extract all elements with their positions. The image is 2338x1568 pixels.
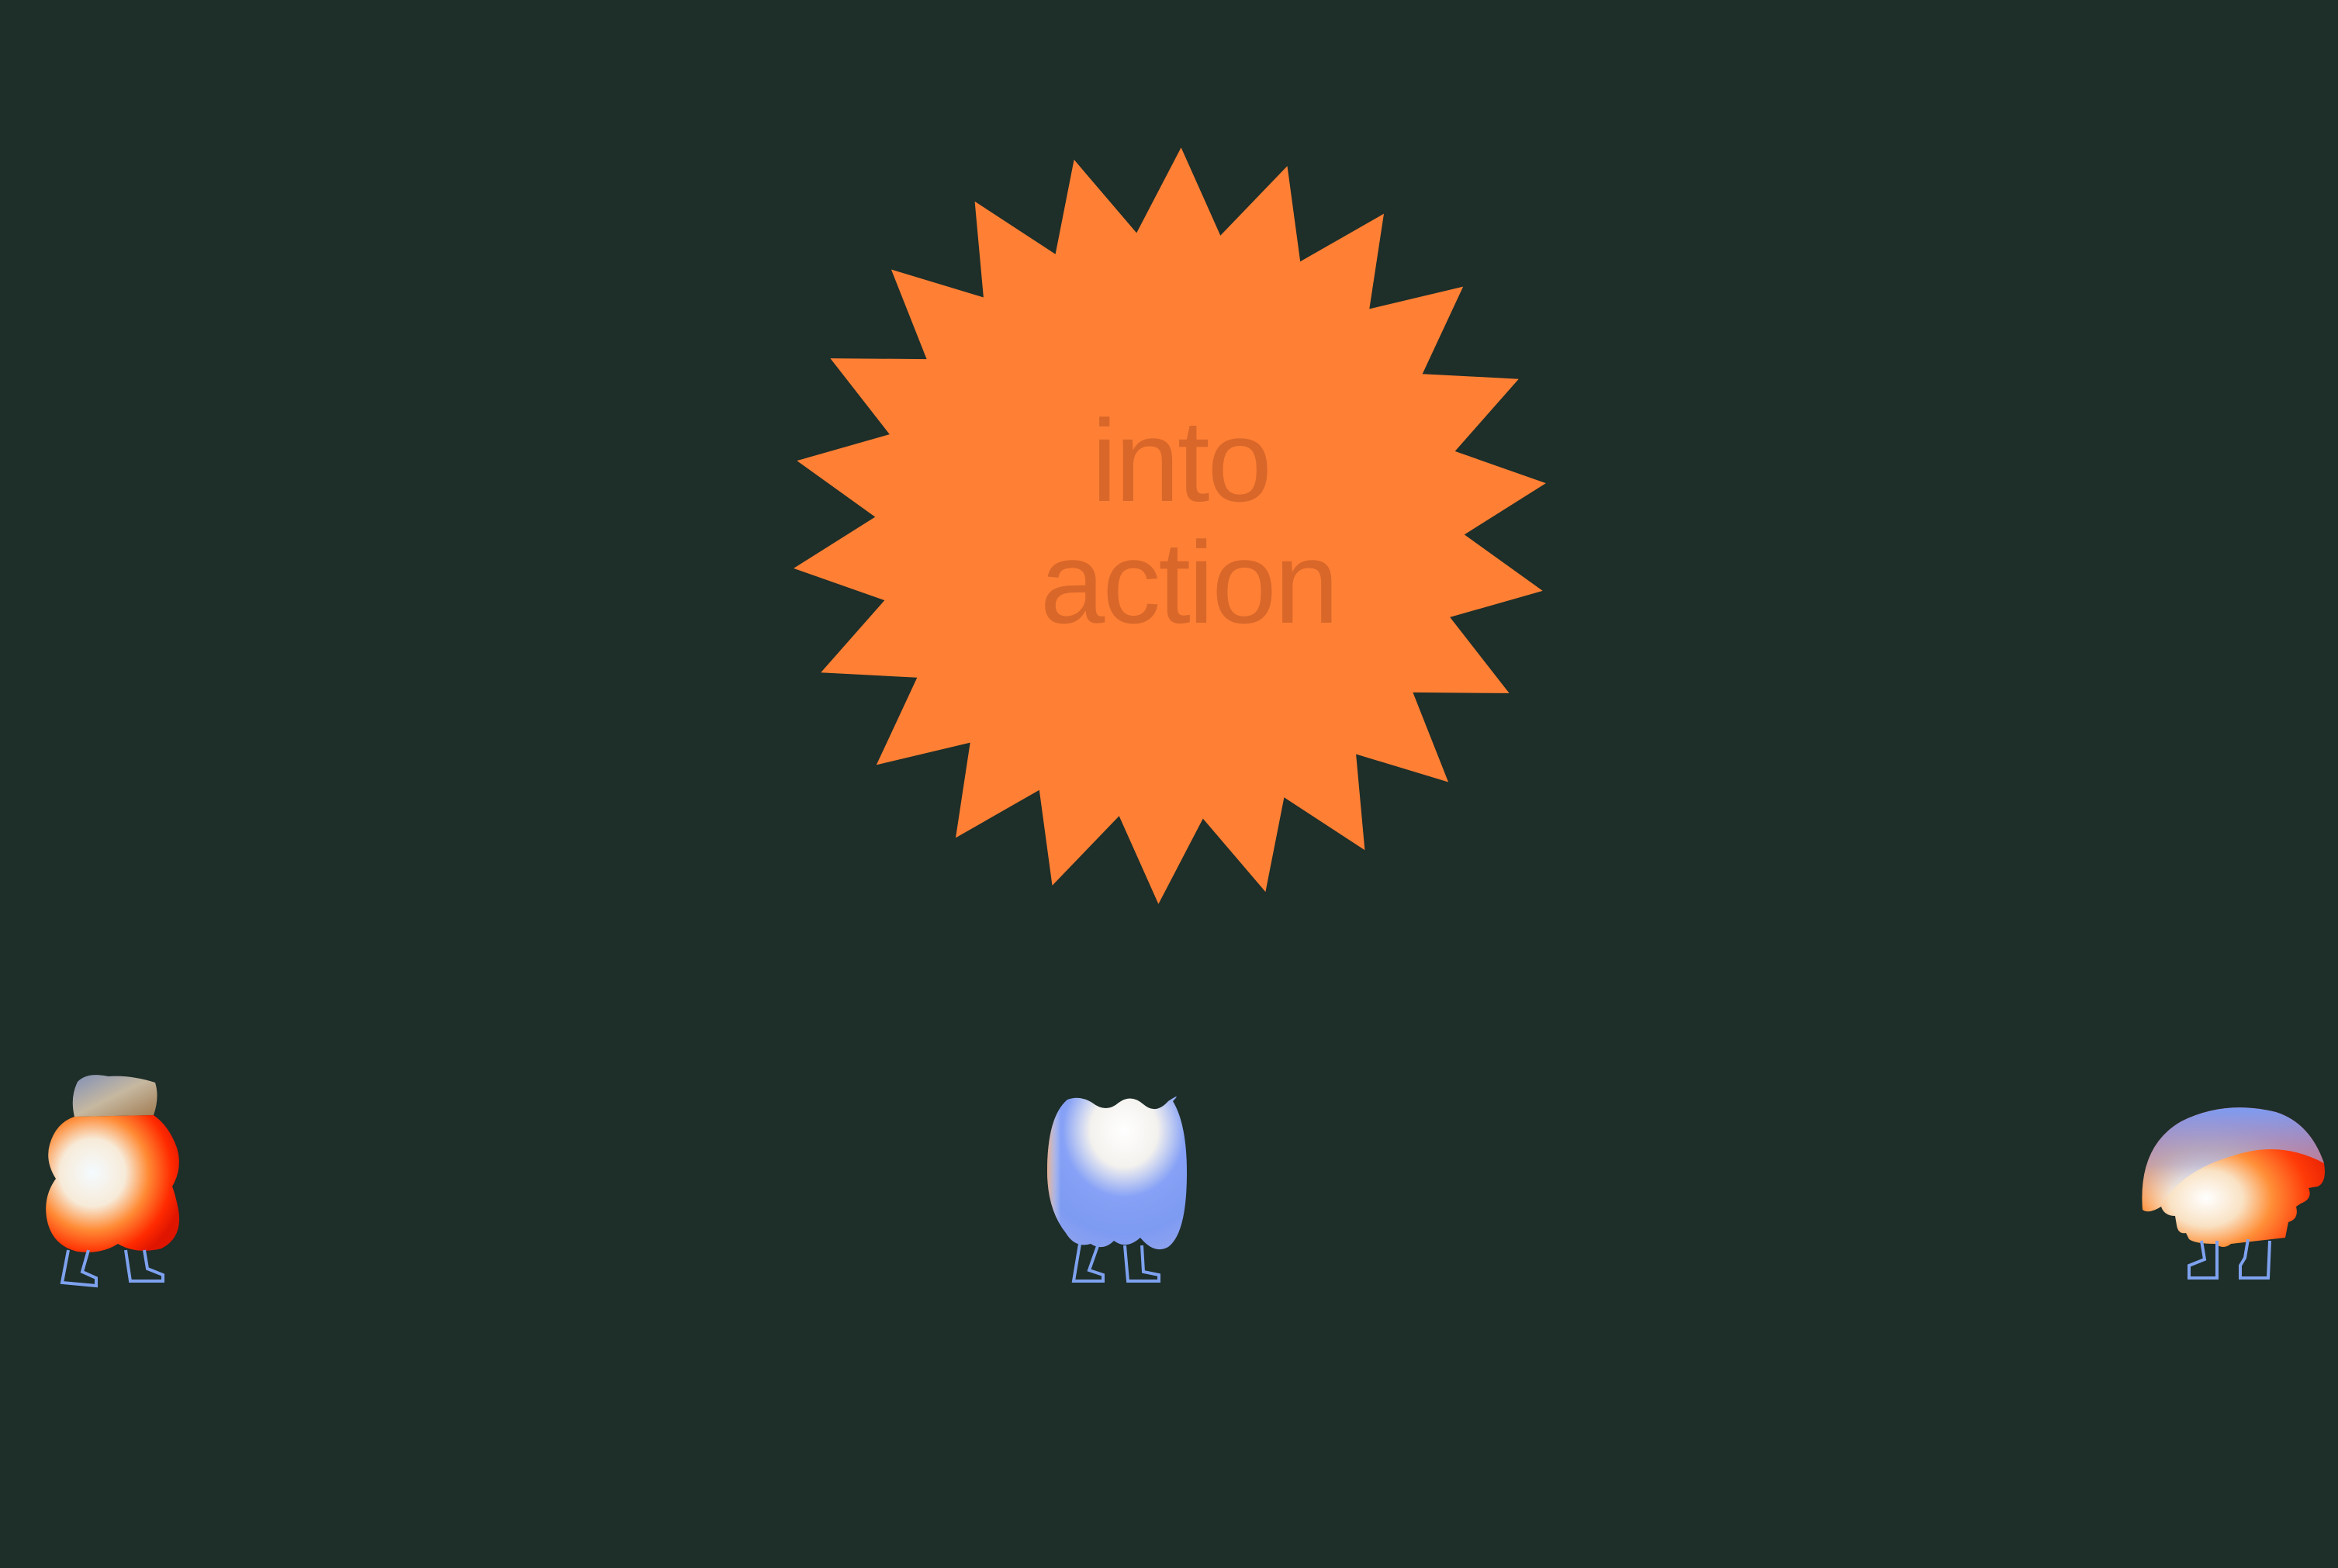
- bean-character-legs: [1071, 1243, 1160, 1283]
- dome-character: [2142, 1107, 2325, 1280]
- blob-character-legs: [60, 1249, 164, 1288]
- blob-character-body: [46, 1115, 180, 1252]
- blob-character-head: [72, 1075, 157, 1117]
- burst-text-line-2: action: [1040, 517, 1337, 648]
- blob-character: [46, 1075, 180, 1288]
- starburst: into action: [794, 147, 1546, 904]
- dome-character-legs: [2188, 1238, 2271, 1280]
- burst-text-line-1: into: [1091, 395, 1270, 526]
- illustration-canvas: into action: [46, 147, 2325, 1288]
- bean-character: [1047, 1097, 1187, 1283]
